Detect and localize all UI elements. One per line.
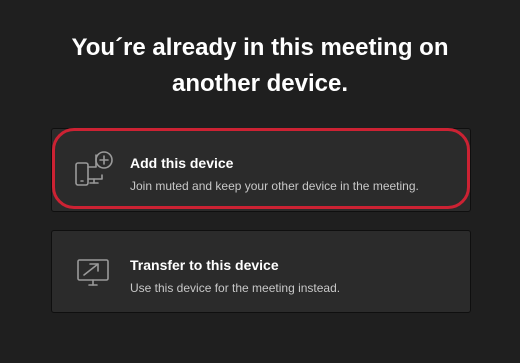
dialog-title-line-1: You´re already in this meeting on xyxy=(71,34,449,61)
add-this-device-title: Add this device xyxy=(130,155,234,171)
add-device-icon xyxy=(74,151,114,191)
dialog-title-line-2: another device. xyxy=(171,70,349,97)
transfer-to-this-device-option[interactable]: Transfer to this device Use this device … xyxy=(51,230,471,313)
already-in-meeting-dialog: You´re already in this meeting on anothe… xyxy=(0,0,520,363)
transfer-to-screen-icon xyxy=(74,253,114,293)
add-this-device-option[interactable]: Add this device Join muted and keep your… xyxy=(51,128,471,212)
transfer-to-this-device-description: Use this device for the meeting instead. xyxy=(130,281,341,295)
add-this-device-description: Join muted and keep your other device in… xyxy=(130,179,419,193)
dialog-title: You´re already in this meeting on anothe… xyxy=(0,30,520,102)
transfer-to-this-device-title: Transfer to this device xyxy=(130,257,279,273)
